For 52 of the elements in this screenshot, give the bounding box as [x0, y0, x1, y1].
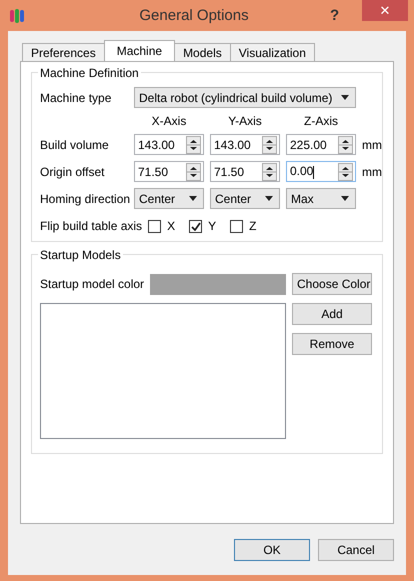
field-label: Homing direction: [40, 192, 128, 206]
unit-label: mm: [362, 138, 382, 152]
unit-label: mm: [362, 164, 382, 178]
close-button[interactable]: ✕: [362, 0, 408, 21]
field-label: Machine type: [40, 90, 112, 104]
spin-arrows-icon[interactable]: [186, 162, 201, 180]
dropdown-arrow-icon: [341, 95, 349, 100]
field-label: Origin offset: [40, 164, 106, 178]
checkbox-label: Z: [249, 219, 256, 233]
tab[interactable]: Machine: [104, 40, 176, 61]
dropdown-arrow-icon: [341, 196, 349, 201]
choose-color-button[interactable]: Choose Color: [292, 273, 372, 295]
dialog-button[interactable]: OK: [234, 539, 310, 561]
spin-arrows-icon[interactable]: [186, 136, 201, 154]
dropdown-arrow-icon: [189, 196, 197, 201]
list-button[interactable]: Add: [292, 303, 372, 325]
dropdown[interactable]: Center: [134, 188, 204, 209]
spin-box[interactable]: 143.00: [134, 134, 204, 155]
dialog-button[interactable]: Cancel: [318, 539, 394, 561]
model-list[interactable]: [40, 303, 286, 439]
checkbox-label: X: [167, 219, 176, 233]
spin-box[interactable]: 225.00: [286, 134, 356, 155]
checkbox[interactable]: [189, 220, 202, 232]
machine-type-dropdown[interactable]: Delta robot (cylindrical build volume): [134, 87, 356, 108]
spin-arrows-icon[interactable]: [338, 136, 353, 154]
dropdown[interactable]: Center: [210, 188, 280, 209]
spin-arrows-icon[interactable]: [262, 136, 277, 154]
checkbox-label: Y: [208, 219, 216, 233]
group-title: Machine Definition: [38, 66, 141, 80]
dropdown-arrow-icon: [265, 196, 273, 201]
field-label: Build volume: [40, 138, 110, 152]
window-title: General Options: [138, 7, 250, 24]
dropdown[interactable]: Max: [286, 188, 356, 209]
checkbox[interactable]: [148, 220, 162, 232]
spin-box[interactable]: 143.00: [210, 134, 280, 155]
field-label: Startup model color: [40, 277, 144, 291]
help-button[interactable]: ?: [324, 6, 344, 25]
list-button[interactable]: Remove: [292, 333, 372, 355]
spin-box[interactable]: 71.50: [134, 161, 204, 182]
spin-box[interactable]: 71.50: [210, 161, 280, 182]
checkbox[interactable]: [230, 220, 244, 232]
tab[interactable]: Preferences: [22, 43, 105, 61]
spin-arrows-icon[interactable]: [338, 162, 353, 180]
spin-box[interactable]: 0.00: [286, 161, 356, 182]
column-header: X-Axis: [150, 114, 188, 128]
spin-arrows-icon[interactable]: [262, 162, 277, 180]
field-label: Flip build table axis: [40, 219, 142, 233]
app-icon: [10, 8, 24, 24]
tab[interactable]: Visualization: [230, 43, 315, 61]
column-header: Y-Axis: [227, 114, 263, 128]
group-title: Startup Models: [38, 248, 123, 262]
column-header: Z-Axis: [303, 114, 339, 128]
